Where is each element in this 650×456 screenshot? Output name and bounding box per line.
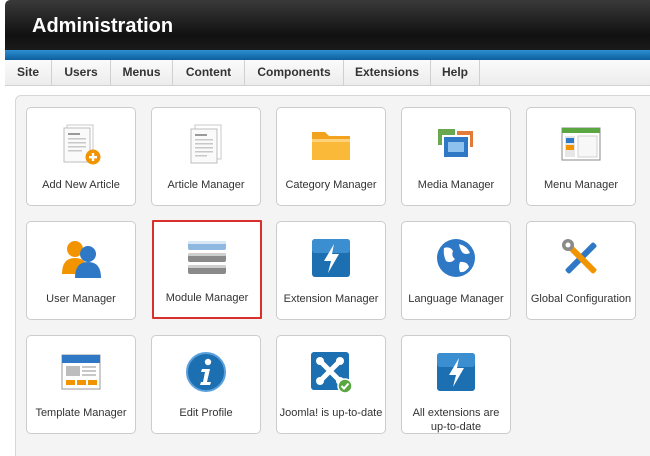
tile-label: All extensions are up-to-date xyxy=(412,407,500,433)
tile-joomla-status[interactable]: Joomla! is up-to-date xyxy=(276,335,386,434)
tile-menu-manager[interactable]: Menu Manager xyxy=(526,107,636,206)
lightning-icon xyxy=(437,353,475,391)
tools-icon xyxy=(562,239,597,274)
users-icon xyxy=(62,241,101,278)
globe-icon xyxy=(437,239,475,277)
tile-label: Add New Article xyxy=(42,179,120,191)
article-icon xyxy=(190,124,222,164)
tile-add-new-article[interactable]: Add New Article xyxy=(26,107,136,206)
info-icon xyxy=(186,352,226,392)
module-stack-icon xyxy=(188,241,226,274)
tile-template-manager[interactable]: Template Manager xyxy=(26,335,136,434)
menu-content[interactable]: Content xyxy=(173,60,245,86)
menu-extensions[interactable]: Extensions xyxy=(344,60,431,86)
tile-label: Media Manager xyxy=(417,179,495,191)
menu-users[interactable]: Users xyxy=(52,60,111,86)
joomla-check-icon xyxy=(311,352,353,394)
tile-article-manager[interactable]: Article Manager xyxy=(151,107,261,206)
media-icon xyxy=(436,127,475,159)
tile-category-manager[interactable]: Category Manager xyxy=(276,107,386,206)
tile-label: Article Manager xyxy=(167,179,245,191)
menu-components[interactable]: Components xyxy=(245,60,344,86)
header-accent-bar xyxy=(5,50,650,60)
tile-extension-manager[interactable]: Extension Manager xyxy=(276,221,386,320)
tile-language-manager[interactable]: Language Manager xyxy=(401,221,511,320)
tile-media-manager[interactable]: Media Manager xyxy=(401,107,511,206)
folder-icon xyxy=(312,132,350,160)
admin-header: Administration xyxy=(5,0,650,50)
tile-label: Template Manager xyxy=(35,407,127,419)
tile-label: Joomla! is up-to-date xyxy=(279,407,383,419)
main-menu-bar: Site Users Menus Content Components Exte… xyxy=(5,60,650,86)
tile-label: Extension Manager xyxy=(283,293,379,305)
tile-label: User Manager xyxy=(46,293,116,305)
tile-label: Module Manager xyxy=(165,292,249,304)
menu-window-icon xyxy=(561,127,601,161)
menu-menus[interactable]: Menus xyxy=(111,60,173,86)
tile-user-manager[interactable]: User Manager xyxy=(26,221,136,320)
lightning-icon xyxy=(312,239,350,277)
tile-extensions-status[interactable]: All extensions are up-to-date xyxy=(401,335,511,434)
tile-label: Menu Manager xyxy=(544,179,618,191)
tile-label: Language Manager xyxy=(408,293,504,305)
tile-label: Global Configuration xyxy=(530,293,632,305)
menu-site[interactable]: Site xyxy=(5,60,52,86)
tile-label: Category Manager xyxy=(285,179,377,191)
add-article-icon xyxy=(63,124,101,165)
template-icon xyxy=(61,354,101,390)
tile-label: Edit Profile xyxy=(179,407,233,419)
menu-help[interactable]: Help xyxy=(431,60,480,86)
page-title: Administration xyxy=(32,15,174,37)
tile-module-manager[interactable]: Module Manager xyxy=(152,220,262,319)
tile-global-configuration[interactable]: Global Configuration xyxy=(526,221,636,320)
tile-edit-profile[interactable]: Edit Profile xyxy=(151,335,261,434)
